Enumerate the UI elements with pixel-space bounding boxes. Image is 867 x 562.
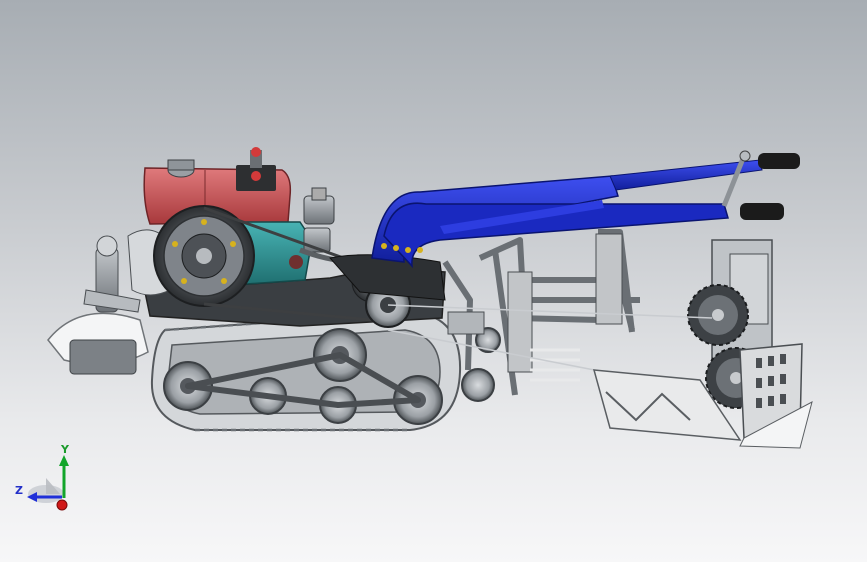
right-grip	[740, 203, 784, 220]
axis-x-origin	[56, 499, 68, 511]
orientation-triad: Y Z	[15, 443, 70, 511]
cylinder-head	[299, 187, 363, 265]
left-grip	[758, 153, 800, 169]
collection-basket	[592, 343, 813, 449]
axis-z-label: Z	[15, 484, 23, 497]
axis-y-label: Y	[60, 443, 70, 456]
cad-viewport[interactable]: Y Z	[0, 0, 867, 562]
